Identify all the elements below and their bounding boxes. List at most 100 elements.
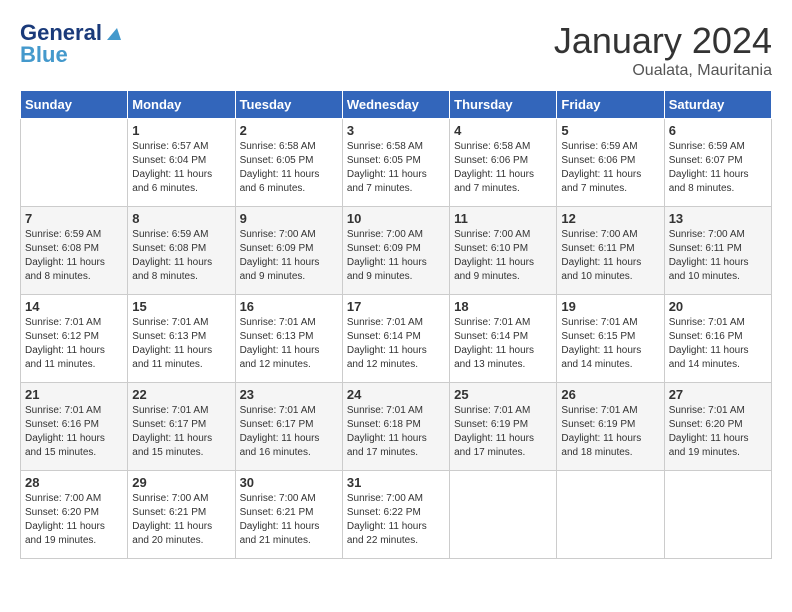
calendar-cell: 9Sunrise: 7:00 AM Sunset: 6:09 PM Daylig… xyxy=(235,207,342,295)
page-header: General Blue January 2024 Oualata, Mauri… xyxy=(20,20,772,80)
weekday-header: Tuesday xyxy=(235,91,342,119)
calendar-cell: 29 Sunrise: 7:00 AM Sunset: 6:21 PM Dayli… xyxy=(128,471,235,559)
day-info: Sunrise: 7:01 AM Sunset: 6:17 PM Dayligh… xyxy=(240,404,338,460)
day-number: 18 xyxy=(454,299,552,314)
day-info: Sunrise: 6:59 AM Sunset: 6:08 PM Dayligh… xyxy=(25,228,123,284)
calendar-cell: 16Sunrise: 7:01 AM Sunset: 6:13 PM Dayli… xyxy=(235,295,342,383)
calendar-cell xyxy=(557,471,664,559)
day-info: Sunrise: 7:00 AM Sunset: 6:09 PM Dayligh… xyxy=(240,228,338,284)
calendar-cell: 28 Sunrise: 7:00 AM Sunset: 6:20 PM Dayli… xyxy=(21,471,128,559)
logo: General Blue xyxy=(20,20,121,68)
weekday-header: Thursday xyxy=(450,91,557,119)
day-number: 31 xyxy=(347,475,445,490)
calendar-cell: 21Sunrise: 7:01 AM Sunset: 6:16 PM Dayli… xyxy=(21,383,128,471)
day-info: Sunrise: 6:57 AM Sunset: 6:04 PM Dayligh… xyxy=(132,140,230,196)
day-number: 25 xyxy=(454,387,552,402)
calendar-cell: 15Sunrise: 7:01 AM Sunset: 6:13 PM Dayli… xyxy=(128,295,235,383)
calendar-cell: 24 Sunrise: 7:01 AM Sunset: 6:18 PM Dayli… xyxy=(342,383,449,471)
day-info: Sunrise: 6:59 AM Sunset: 6:06 PM Dayligh… xyxy=(561,140,659,196)
calendar-cell: 6 Sunrise: 6:59 AM Sunset: 6:07 PM Daylig… xyxy=(664,119,771,207)
day-info: Sunrise: 7:01 AM Sunset: 6:14 PM Dayligh… xyxy=(347,316,445,372)
day-number: 2 xyxy=(240,123,338,138)
weekday-header-row: SundayMondayTuesdayWednesdayThursdayFrid… xyxy=(21,91,772,119)
calendar-cell: 18 Sunrise: 7:01 AM Sunset: 6:14 PM Dayli… xyxy=(450,295,557,383)
day-info: Sunrise: 7:00 AM Sunset: 6:21 PM Dayligh… xyxy=(240,492,338,548)
day-info: Sunrise: 7:01 AM Sunset: 6:15 PM Dayligh… xyxy=(561,316,659,372)
calendar-cell: 30Sunrise: 7:00 AM Sunset: 6:21 PM Dayli… xyxy=(235,471,342,559)
calendar-cell: 11 Sunrise: 7:00 AM Sunset: 6:10 PM Dayli… xyxy=(450,207,557,295)
day-info: Sunrise: 7:01 AM Sunset: 6:20 PM Dayligh… xyxy=(669,404,767,460)
day-info: Sunrise: 6:58 AM Sunset: 6:06 PM Dayligh… xyxy=(454,140,552,196)
calendar-cell: 4Sunrise: 6:58 AM Sunset: 6:06 PM Daylig… xyxy=(450,119,557,207)
day-info: Sunrise: 7:00 AM Sunset: 6:10 PM Dayligh… xyxy=(454,228,552,284)
day-info: Sunrise: 7:00 AM Sunset: 6:09 PM Dayligh… xyxy=(347,228,445,284)
weekday-header: Monday xyxy=(128,91,235,119)
day-info: Sunrise: 7:01 AM Sunset: 6:19 PM Dayligh… xyxy=(454,404,552,460)
calendar-row: 14 Sunrise: 7:01 AM Sunset: 6:12 PM Dayli… xyxy=(21,295,772,383)
day-number: 28 xyxy=(25,475,123,490)
day-info: Sunrise: 7:00 AM Sunset: 6:21 PM Dayligh… xyxy=(132,492,230,548)
day-number: 20 xyxy=(669,299,767,314)
calendar-row: 21Sunrise: 7:01 AM Sunset: 6:16 PM Dayli… xyxy=(21,383,772,471)
day-number: 14 xyxy=(25,299,123,314)
calendar-table: SundayMondayTuesdayWednesdayThursdayFrid… xyxy=(20,90,772,559)
title-block: January 2024 Oualata, Mauritania xyxy=(554,20,772,80)
calendar-cell: 20 Sunrise: 7:01 AM Sunset: 6:16 PM Dayli… xyxy=(664,295,771,383)
day-number: 7 xyxy=(25,211,123,226)
calendar-cell: 22Sunrise: 7:01 AM Sunset: 6:17 PM Dayli… xyxy=(128,383,235,471)
day-info: Sunrise: 7:01 AM Sunset: 6:14 PM Dayligh… xyxy=(454,316,552,372)
day-info: Sunrise: 7:01 AM Sunset: 6:19 PM Dayligh… xyxy=(561,404,659,460)
day-number: 13 xyxy=(669,211,767,226)
day-info: Sunrise: 6:58 AM Sunset: 6:05 PM Dayligh… xyxy=(240,140,338,196)
day-info: Sunrise: 7:01 AM Sunset: 6:12 PM Dayligh… xyxy=(25,316,123,372)
day-info: Sunrise: 7:01 AM Sunset: 6:13 PM Dayligh… xyxy=(132,316,230,372)
day-info: Sunrise: 6:58 AM Sunset: 6:05 PM Dayligh… xyxy=(347,140,445,196)
day-info: Sunrise: 7:00 AM Sunset: 6:20 PM Dayligh… xyxy=(25,492,123,548)
day-info: Sunrise: 7:01 AM Sunset: 6:16 PM Dayligh… xyxy=(25,404,123,460)
day-info: Sunrise: 7:00 AM Sunset: 6:11 PM Dayligh… xyxy=(561,228,659,284)
day-info: Sunrise: 7:00 AM Sunset: 6:11 PM Dayligh… xyxy=(669,228,767,284)
day-number: 29 xyxy=(132,475,230,490)
calendar-cell: 13 Sunrise: 7:00 AM Sunset: 6:11 PM Dayli… xyxy=(664,207,771,295)
day-info: Sunrise: 7:01 AM Sunset: 6:18 PM Dayligh… xyxy=(347,404,445,460)
calendar-cell xyxy=(450,471,557,559)
day-number: 19 xyxy=(561,299,659,314)
day-number: 3 xyxy=(347,123,445,138)
month-title: January 2024 xyxy=(554,20,772,62)
day-info: Sunrise: 6:59 AM Sunset: 6:07 PM Dayligh… xyxy=(669,140,767,196)
calendar-cell xyxy=(664,471,771,559)
day-number: 17 xyxy=(347,299,445,314)
day-number: 24 xyxy=(347,387,445,402)
weekday-header: Friday xyxy=(557,91,664,119)
calendar-row: 1 Sunrise: 6:57 AM Sunset: 6:04 PM Daylig… xyxy=(21,119,772,207)
weekday-header: Sunday xyxy=(21,91,128,119)
day-number: 6 xyxy=(669,123,767,138)
day-number: 8 xyxy=(132,211,230,226)
day-number: 27 xyxy=(669,387,767,402)
calendar-cell: 10Sunrise: 7:00 AM Sunset: 6:09 PM Dayli… xyxy=(342,207,449,295)
calendar-cell: 12 Sunrise: 7:00 AM Sunset: 6:11 PM Dayli… xyxy=(557,207,664,295)
day-info: Sunrise: 7:00 AM Sunset: 6:22 PM Dayligh… xyxy=(347,492,445,548)
calendar-cell: 3 Sunrise: 6:58 AM Sunset: 6:05 PM Daylig… xyxy=(342,119,449,207)
calendar-cell: 26Sunrise: 7:01 AM Sunset: 6:19 PM Dayli… xyxy=(557,383,664,471)
calendar-row: 28 Sunrise: 7:00 AM Sunset: 6:20 PM Dayli… xyxy=(21,471,772,559)
calendar-cell: 27 Sunrise: 7:01 AM Sunset: 6:20 PM Dayli… xyxy=(664,383,771,471)
calendar-cell: 31 Sunrise: 7:00 AM Sunset: 6:22 PM Dayli… xyxy=(342,471,449,559)
calendar-cell: 8Sunrise: 6:59 AM Sunset: 6:08 PM Daylig… xyxy=(128,207,235,295)
day-info: Sunrise: 7:01 AM Sunset: 6:16 PM Dayligh… xyxy=(669,316,767,372)
weekday-header: Saturday xyxy=(664,91,771,119)
day-number: 1 xyxy=(132,123,230,138)
calendar-cell: 2 Sunrise: 6:58 AM Sunset: 6:05 PM Daylig… xyxy=(235,119,342,207)
day-number: 23 xyxy=(240,387,338,402)
calendar-row: 7 Sunrise: 6:59 AM Sunset: 6:08 PM Daylig… xyxy=(21,207,772,295)
calendar-cell: 19 Sunrise: 7:01 AM Sunset: 6:15 PM Dayli… xyxy=(557,295,664,383)
day-number: 12 xyxy=(561,211,659,226)
calendar-cell xyxy=(21,119,128,207)
calendar-cell: 1 Sunrise: 6:57 AM Sunset: 6:04 PM Daylig… xyxy=(128,119,235,207)
calendar-cell: 5Sunrise: 6:59 AM Sunset: 6:06 PM Daylig… xyxy=(557,119,664,207)
calendar-cell: 23 Sunrise: 7:01 AM Sunset: 6:17 PM Dayli… xyxy=(235,383,342,471)
calendar-cell: 14 Sunrise: 7:01 AM Sunset: 6:12 PM Dayli… xyxy=(21,295,128,383)
day-number: 16 xyxy=(240,299,338,314)
day-number: 11 xyxy=(454,211,552,226)
calendar-cell: 25 Sunrise: 7:01 AM Sunset: 6:19 PM Dayli… xyxy=(450,383,557,471)
